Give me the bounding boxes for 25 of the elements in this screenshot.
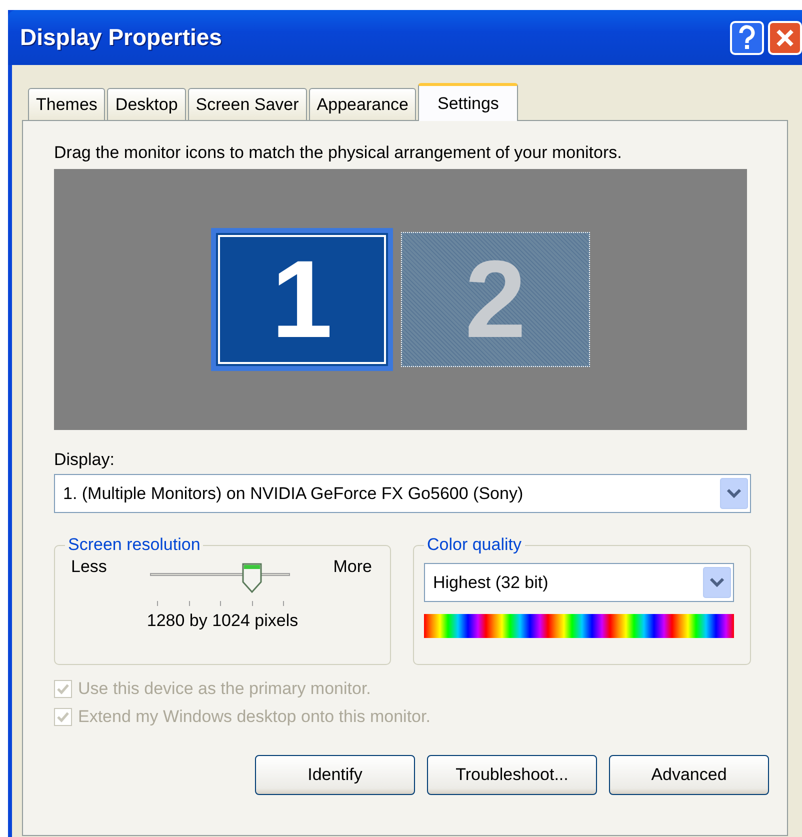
help-icon[interactable] [730,20,764,54]
tab[interactable]: Themes [28,88,106,120]
group-title: Screen resolution [67,535,202,555]
display-dropdown[interactable]: 1. (Multiple Monitors) on NVIDIA GeForce FX Go5600 (Sony) [54,474,751,513]
instruction-text: Drag the monitor icons to match the physical arrangement of your monitors. [54,143,623,163]
tab[interactable]: Desktop [107,88,186,120]
color-quality-dropdown[interactable]: Highest (32 bit) [424,563,734,602]
display-label: Display: [54,450,116,470]
tab[interactable]: Screen Saver [188,88,307,120]
monitor-tile[interactable]: 1 [211,228,393,371]
resolution-slider[interactable] [150,563,290,607]
checkbox-label: Use this device as the primary monitor. [78,679,371,699]
dialog-button[interactable]: Identify [255,755,415,795]
slider-max-label: More [333,557,372,577]
dialog-button[interactable]: Troubleshoot... [427,755,597,795]
close-icon[interactable] [768,20,802,54]
tab[interactable]: Appearance [308,88,416,120]
checkbox-label: Extend my Windows desktop onto this monitor. [78,707,430,727]
slider-thumb[interactable] [240,563,263,593]
resolution-reading: 1280 by 1024 pixels [146,611,300,631]
tab[interactable]: Settings [418,83,518,121]
group-title: Color quality [426,535,522,555]
dialog-button[interactable]: Advanced [609,755,769,795]
window-title: Display Properties [20,24,223,51]
slider-min-label: Less [71,557,107,577]
